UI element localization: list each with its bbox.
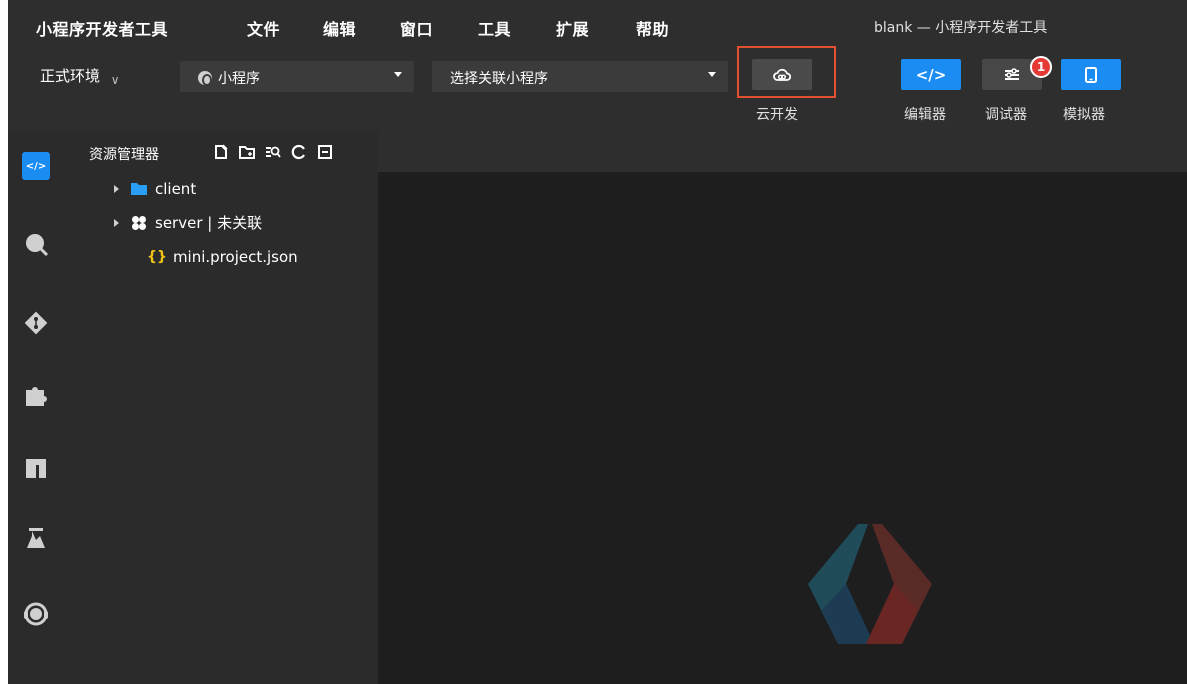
extension-icon[interactable] [22,381,50,409]
caret-right-icon [114,185,119,193]
explorer-title: 资源管理器 [89,147,159,163]
menu-window[interactable]: 窗口 [400,16,433,40]
devtools-window: 小程序开发者工具 文件 编辑 窗口 工具 扩展 帮助 blank — 小程序开发… [8,0,1187,684]
menu-tools[interactable]: 工具 [478,16,511,40]
phone-icon [1085,66,1097,83]
search-files-icon[interactable] [265,143,281,161]
search-icon[interactable] [22,230,50,258]
activity-bar: </> [8,132,75,684]
cloud-icon [773,68,791,81]
caret-right-icon [114,218,119,227]
tree-item-server[interactable]: server | 未关联 [114,212,262,233]
support-headset-icon[interactable] [22,600,50,628]
editor-label: 编辑器 [904,107,946,123]
miniprogram-icon [198,71,212,86]
linked-miniprogram-label: 选择关联小程序 [450,71,548,87]
menu-app[interactable]: 小程序开发者工具 [36,16,168,40]
sliders-icon [1005,67,1019,80]
cloud-function-icon [132,215,146,230]
explorer-panel: 资源管理器 client server | 未关联 {} mini.projec… [75,132,378,684]
cloud-dev-button[interactable] [752,59,812,90]
project-type-dropdown[interactable]: 小程序 [180,61,414,92]
new-file-icon[interactable] [213,143,229,161]
tree-item-label: mini.project.json [172,248,298,266]
menu-bar: 小程序开发者工具 文件 编辑 窗口 工具 扩展 帮助 blank — 小程序开发… [8,0,1187,46]
tree-item-label: server | 未关联 [155,214,263,232]
window-title: blank — 小程序开发者工具 [874,20,1048,36]
editor-empty-area [378,172,1187,684]
dropdown-arrow-icon [708,72,716,77]
tree-item-label: client [155,180,197,198]
dropdown-arrow-icon [394,72,402,77]
tree-item-client[interactable]: client [114,180,196,198]
menu-file[interactable]: 文件 [247,16,280,40]
test-flask-icon[interactable] [22,524,50,552]
debugger-label: 调试器 [985,107,1027,123]
menu-edit[interactable]: 编辑 [323,16,356,40]
editor-toggle-button[interactable]: </> [901,59,961,90]
cloud-dev-label: 云开发 [756,107,798,123]
folder-icon [131,183,147,195]
collapse-all-icon[interactable] [317,143,333,161]
project-type-label: 小程序 [218,71,260,87]
menu-help[interactable]: 帮助 [636,16,669,40]
code-icon[interactable]: </> [22,152,50,180]
linked-miniprogram-dropdown[interactable]: 选择关联小程序 [432,61,728,92]
simulator-label: 模拟器 [1063,107,1105,123]
tree-item-project-json[interactable]: {} mini.project.json [147,248,298,266]
refresh-icon[interactable] [291,143,307,161]
devtools-logo-icon [808,524,932,644]
environment-select[interactable]: 正式环境 ∨ [40,65,120,87]
new-folder-icon[interactable] [239,143,255,161]
json-file-icon: {} [147,249,167,265]
explorer-toolbar [213,143,333,161]
code-icon: </> [915,65,947,84]
git-icon[interactable] [22,309,50,337]
editor-tab-bar [378,132,1187,172]
chevron-down-icon: ∨ [110,73,120,87]
simulator-toggle-button[interactable] [1061,59,1121,90]
debugger-badge: 1 [1030,56,1052,78]
menu-extensions[interactable]: 扩展 [556,16,589,40]
library-icon[interactable] [22,454,50,482]
environment-label: 正式环境 [40,67,101,85]
